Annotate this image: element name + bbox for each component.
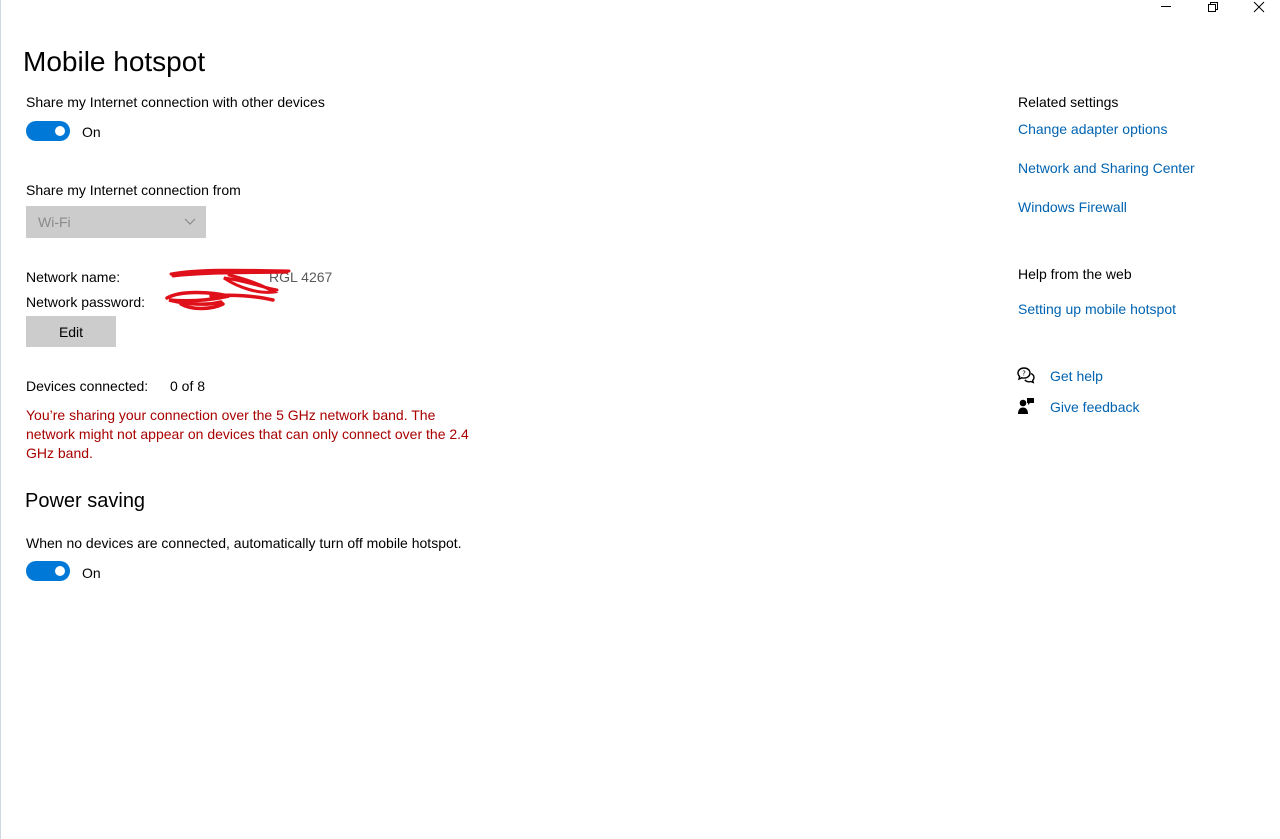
power-saving-toggle[interactable] bbox=[26, 561, 70, 581]
restore-button[interactable] bbox=[1190, 0, 1236, 14]
get-help-icon: ? bbox=[1017, 367, 1035, 384]
minimize-icon bbox=[1161, 6, 1171, 7]
devices-connected-value: 0 of 8 bbox=[170, 378, 206, 394]
band-warning-text: You’re sharing your connection over the … bbox=[26, 407, 469, 461]
power-saving-toggle-state: On bbox=[82, 565, 101, 581]
share-toggle-state: On bbox=[82, 124, 101, 140]
change-adapter-options-link[interactable]: Change adapter options bbox=[1018, 120, 1167, 138]
network-sharing-center-link[interactable]: Network and Sharing Center bbox=[1018, 159, 1195, 177]
settings-window: Mobile hotspot Share my Internet connect… bbox=[0, 0, 1280, 839]
power-saving-label: When no devices are connected, automatic… bbox=[26, 535, 462, 551]
page-title: Mobile hotspot bbox=[23, 46, 206, 77]
share-from-label: Share my Internet connection from bbox=[26, 182, 241, 198]
minimize-button[interactable] bbox=[1144, 0, 1190, 14]
network-password-label: Network password: bbox=[26, 294, 146, 310]
close-icon bbox=[1253, 1, 1265, 13]
network-name-label: Network name: bbox=[26, 269, 121, 285]
give-feedback-link[interactable]: Give feedback bbox=[1050, 398, 1140, 416]
chevron-down-icon bbox=[184, 218, 196, 225]
edit-button[interactable]: Edit bbox=[26, 316, 116, 347]
give-feedback-icon bbox=[1018, 398, 1034, 414]
windows-firewall-link[interactable]: Windows Firewall bbox=[1018, 198, 1127, 216]
power-saving-title: Power saving bbox=[25, 490, 146, 512]
network-password-redaction bbox=[165, 290, 275, 311]
share-from-selected: Wi-Fi bbox=[38, 214, 71, 230]
get-help-link[interactable]: Get help bbox=[1050, 367, 1103, 385]
close-button[interactable] bbox=[1236, 0, 1280, 14]
restore-icon bbox=[1208, 2, 1218, 12]
toggle-knob bbox=[55, 566, 65, 576]
share-connection-toggle[interactable] bbox=[26, 121, 70, 141]
setting-up-hotspot-link[interactable]: Setting up mobile hotspot bbox=[1018, 300, 1176, 318]
help-from-web-heading: Help from the web bbox=[1018, 266, 1132, 282]
share-connection-label: Share my Internet connection with other … bbox=[26, 94, 325, 110]
devices-connected-label: Devices connected: bbox=[26, 378, 149, 394]
related-settings-heading: Related settings bbox=[1018, 94, 1119, 110]
svg-text:?: ? bbox=[1022, 370, 1026, 378]
share-from-dropdown[interactable]: Wi-Fi bbox=[26, 206, 206, 238]
toggle-knob bbox=[55, 126, 65, 136]
